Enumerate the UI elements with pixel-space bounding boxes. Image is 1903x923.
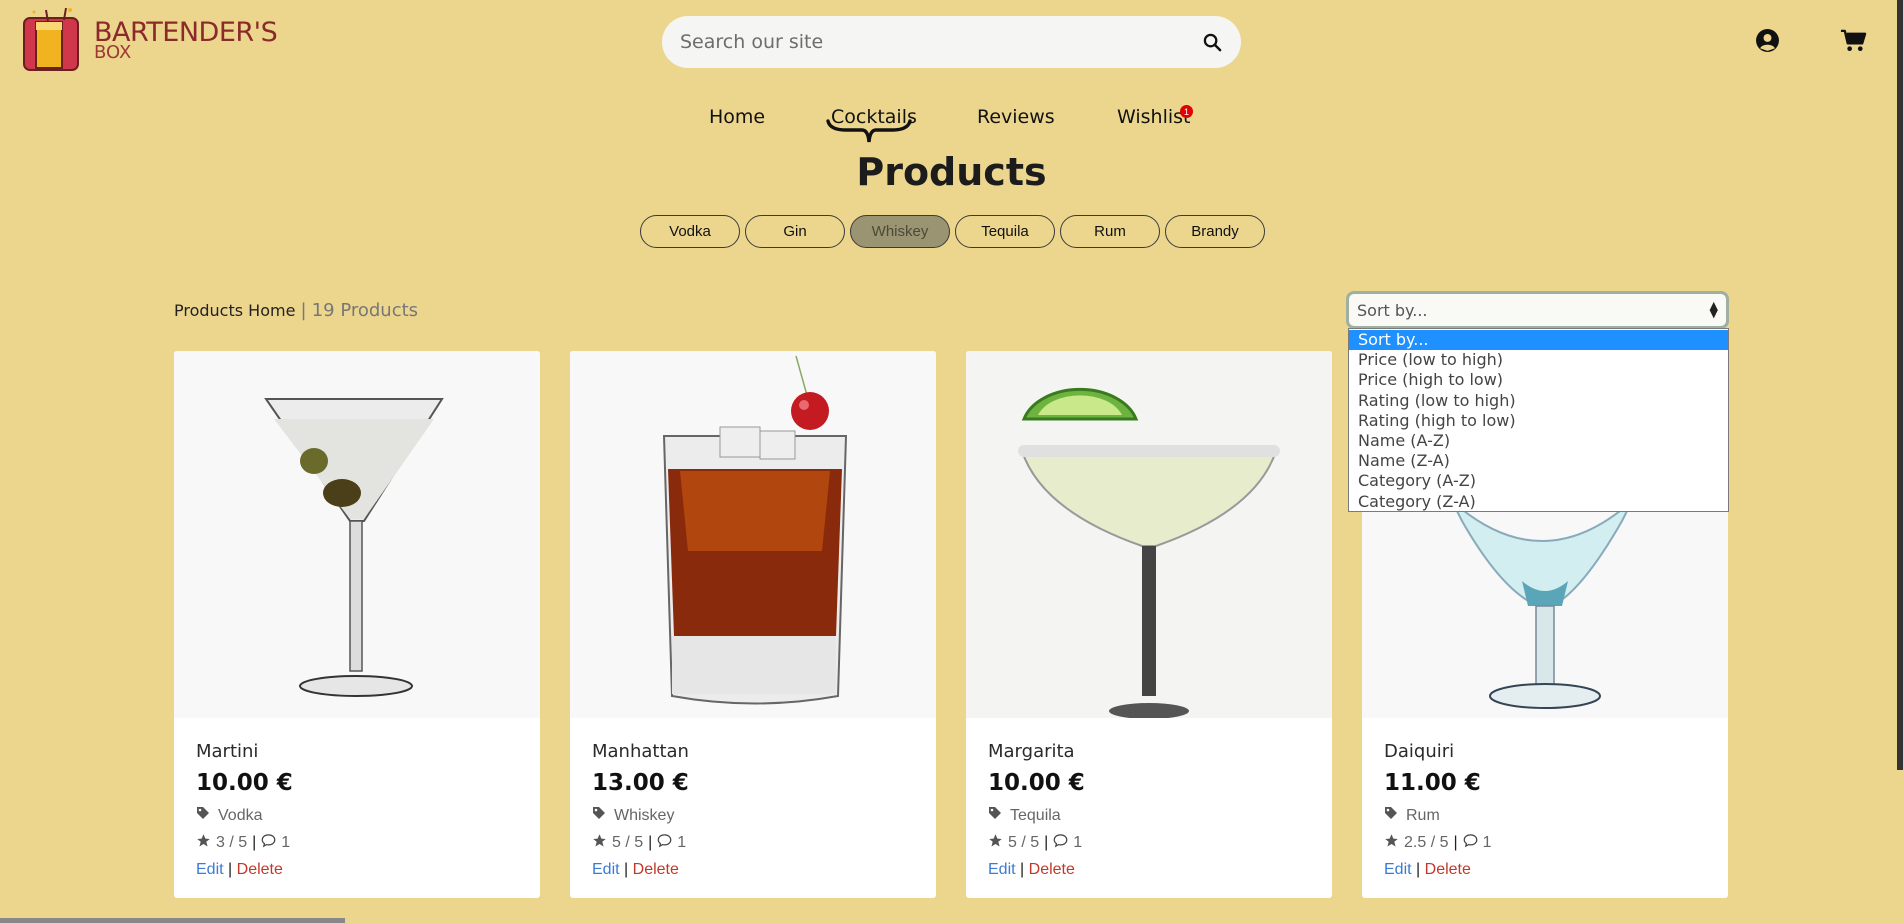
comment-count: 1 xyxy=(281,834,291,851)
product-category: Rum xyxy=(1406,806,1440,824)
sort-option[interactable]: Rating (low to high) xyxy=(1349,391,1728,411)
tag-icon xyxy=(988,806,1002,825)
product-category: Tequila xyxy=(1010,806,1061,824)
sort-option[interactable]: Rating (high to low) xyxy=(1349,411,1728,431)
product-name[interactable]: Manhattan xyxy=(592,741,914,762)
product-image-martini[interactable] xyxy=(174,351,540,718)
product-card[interactable]: Martini 10.00 € Vodka 3 / 5 | 1 Edit | D… xyxy=(174,351,540,898)
star-icon xyxy=(1384,833,1399,853)
sort-selected-value: Sort by... xyxy=(1357,300,1428,320)
star-icon xyxy=(988,833,1003,853)
comment-count: 1 xyxy=(677,834,687,851)
product-price: 10.00 € xyxy=(196,770,293,796)
star-icon xyxy=(196,833,211,853)
cocktail-glass-logo-icon xyxy=(23,7,79,71)
breadcrumb-separator: | xyxy=(300,300,307,321)
sort-option[interactable]: Sort by... xyxy=(1349,330,1728,351)
tag-icon xyxy=(1384,806,1398,825)
sort-option[interactable]: Category (A-Z) xyxy=(1349,471,1728,491)
sort-dropdown-menu: Sort by... Price (low to high) Price (hi… xyxy=(1348,328,1729,512)
product-rating: 5 / 5 xyxy=(1008,834,1040,851)
search-input[interactable] xyxy=(680,31,1201,53)
sort-option[interactable]: Category (Z-A) xyxy=(1349,492,1728,512)
product-price: 11.00 € xyxy=(1384,770,1481,796)
breadcrumb-products-home[interactable]: Products Home xyxy=(174,301,295,320)
comment-icon xyxy=(1463,833,1478,853)
brand-logo[interactable]: BARTENDER'S BOX xyxy=(20,6,278,76)
sort-select[interactable]: Sort by... ▲ ▼ xyxy=(1346,291,1729,329)
vertical-scrollbar[interactable] xyxy=(1897,0,1903,770)
active-nav-underline-brace xyxy=(826,119,912,143)
category-filters: Vodka Gin Whiskey Tequila Rum Brandy xyxy=(640,215,1265,248)
product-card[interactable]: Margarita 10.00 € Tequila 5 / 5 | 1 Edit… xyxy=(966,351,1332,898)
star-icon xyxy=(592,833,607,853)
product-category: Whiskey xyxy=(614,806,675,824)
filter-vodka[interactable]: Vodka xyxy=(640,215,740,248)
delete-link[interactable]: Delete xyxy=(237,861,283,878)
edit-link[interactable]: Edit xyxy=(196,861,224,878)
filter-rum[interactable]: Rum xyxy=(1060,215,1160,248)
user-account-icon[interactable] xyxy=(1755,28,1780,58)
delete-link[interactable]: Delete xyxy=(633,861,679,878)
sort-option[interactable]: Price (low to high) xyxy=(1349,350,1728,370)
edit-link[interactable]: Edit xyxy=(1384,861,1412,878)
breadcrumb: Products Home | 19 Products xyxy=(174,300,418,321)
product-name[interactable]: Daiquiri xyxy=(1384,741,1706,762)
sort-option[interactable]: Name (Z-A) xyxy=(1349,451,1728,471)
product-image-manhattan[interactable] xyxy=(570,351,936,718)
main-nav: Home Cocktails Reviews Wishlist xyxy=(0,106,1903,146)
tag-icon xyxy=(592,806,606,825)
product-image-margarita[interactable] xyxy=(966,351,1332,719)
wishlist-count-badge: 1 xyxy=(1180,105,1193,118)
filter-tequila[interactable]: Tequila xyxy=(955,215,1055,248)
select-arrows-icon: ▲ ▼ xyxy=(1709,299,1718,320)
filter-whiskey[interactable]: Whiskey xyxy=(850,215,950,248)
product-name[interactable]: Margarita xyxy=(988,741,1310,762)
horizontal-scrollbar[interactable] xyxy=(0,918,345,923)
comment-count: 1 xyxy=(1482,834,1492,851)
product-rating: 5 / 5 xyxy=(612,834,644,851)
shopping-cart-icon[interactable] xyxy=(1840,28,1867,58)
delete-link[interactable]: Delete xyxy=(1425,861,1471,878)
sort-option[interactable]: Name (A-Z) xyxy=(1349,431,1728,451)
edit-link[interactable]: Edit xyxy=(592,861,620,878)
product-rating: 2.5 / 5 xyxy=(1404,834,1449,851)
filter-gin[interactable]: Gin xyxy=(745,215,845,248)
comment-icon xyxy=(657,833,672,853)
filter-brandy[interactable]: Brandy xyxy=(1165,215,1265,248)
edit-link[interactable]: Edit xyxy=(988,861,1016,878)
nav-reviews[interactable]: Reviews xyxy=(977,106,1055,128)
comment-count: 1 xyxy=(1073,834,1083,851)
product-name[interactable]: Martini xyxy=(196,741,518,762)
sort-option[interactable]: Price (high to low) xyxy=(1349,370,1728,390)
nav-home[interactable]: Home xyxy=(709,106,765,128)
product-price: 10.00 € xyxy=(988,770,1085,796)
page-title: Products xyxy=(856,150,1047,194)
comment-icon xyxy=(261,833,276,853)
comment-icon xyxy=(1053,833,1068,853)
product-count: 19 Products xyxy=(311,300,419,321)
product-rating: 3 / 5 xyxy=(216,834,248,851)
product-price: 13.00 € xyxy=(592,770,689,796)
delete-link[interactable]: Delete xyxy=(1029,861,1075,878)
tag-icon xyxy=(196,806,210,825)
search-bar xyxy=(662,16,1241,68)
product-category: Vodka xyxy=(218,806,263,824)
product-card[interactable]: Manhattan 13.00 € Whiskey 5 / 5 | 1 Edit… xyxy=(570,351,936,898)
search-icon[interactable] xyxy=(1201,31,1223,53)
